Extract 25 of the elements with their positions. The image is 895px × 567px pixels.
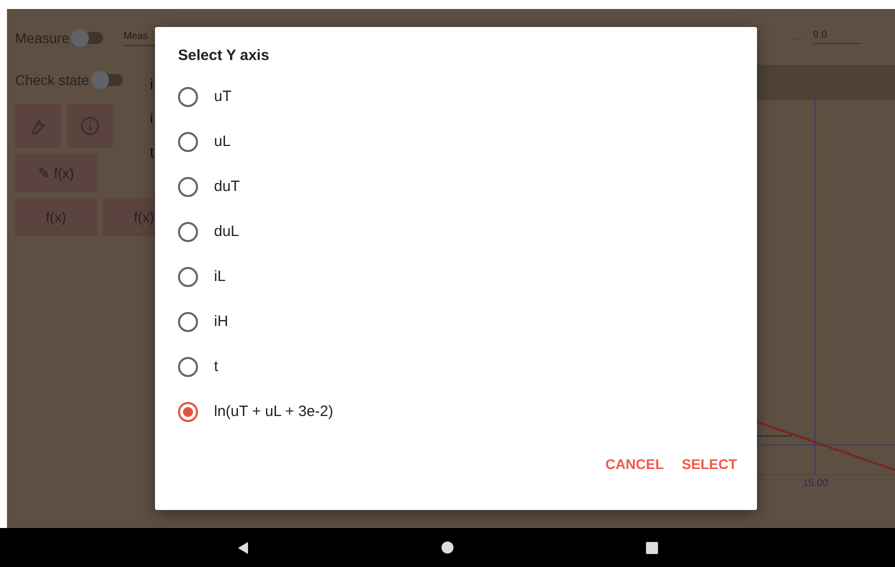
row-label: i <box>150 110 154 126</box>
radio-button[interactable] <box>178 266 198 286</box>
dialog-title: Select Y axis <box>178 47 270 64</box>
recents-icon[interactable] <box>646 542 658 554</box>
radio-button[interactable] <box>178 356 198 376</box>
home-icon[interactable] <box>441 541 454 554</box>
back-icon[interactable] <box>237 540 249 554</box>
axis-option[interactable]: iL <box>178 254 757 299</box>
axis-option[interactable]: uT <box>178 74 757 119</box>
radio-button[interactable] <box>178 132 198 152</box>
radio-button[interactable] <box>178 312 198 332</box>
radio-button[interactable] <box>178 176 198 196</box>
toggle-switch[interactable] <box>92 74 123 86</box>
info-icon <box>79 115 101 137</box>
axis-option[interactable]: iH <box>178 299 757 344</box>
row-label: t <box>150 144 154 160</box>
radio-button[interactable] <box>178 402 198 422</box>
axis-option[interactable]: uL <box>178 119 757 164</box>
radio-button[interactable] <box>178 222 198 242</box>
radio-button[interactable] <box>178 86 198 106</box>
toggle-switch[interactable] <box>73 32 104 44</box>
row-label: i <box>150 76 154 92</box>
axis-option[interactable]: ln(uT + uL + 3e-2) <box>178 389 757 434</box>
axis-option[interactable]: t <box>178 344 757 389</box>
range-separator: ... <box>794 32 803 42</box>
